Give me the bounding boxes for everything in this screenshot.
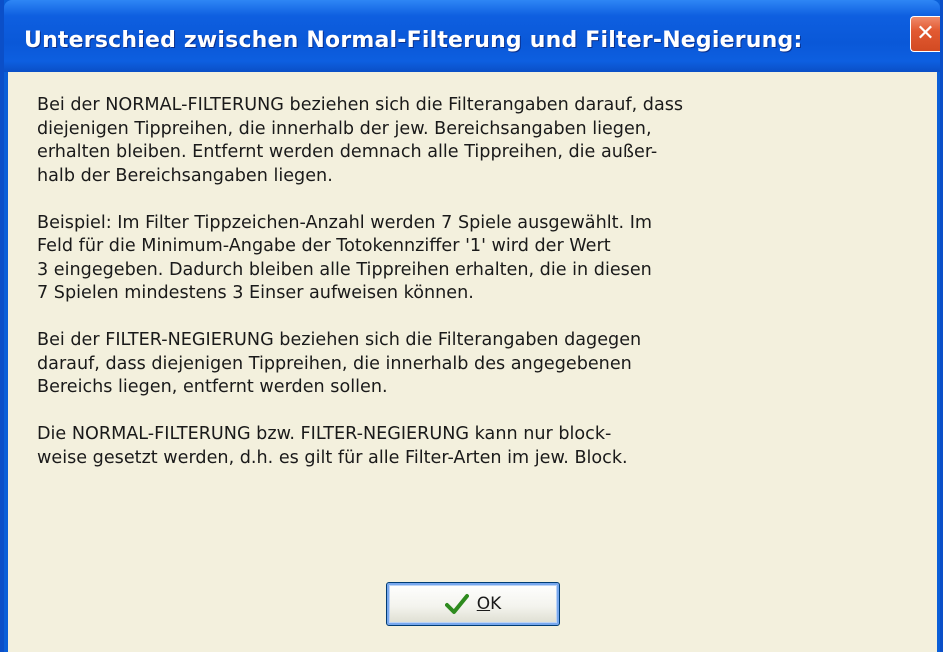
ok-button[interactable]: OK: [386, 582, 560, 626]
message-paragraph-beispiel: Beispiel: Im Filter Tippzeichen-Anzahl w…: [37, 212, 653, 304]
message-paragraph-blockweise: Die NORMAL-FILTERUNG bzw. FILTER-NEGIERU…: [37, 424, 628, 468]
close-button[interactable]: ✕: [910, 16, 940, 52]
dialog-title: Unterschied zwischen Normal-Filterung un…: [24, 28, 803, 53]
message-text: Bei der NORMAL-FILTERUNG beziehen sich d…: [37, 94, 917, 494]
dialog-body: Bei der NORMAL-FILTERUNG beziehen sich d…: [8, 72, 937, 652]
ok-button-label: OK: [476, 594, 502, 614]
close-icon: ✕: [916, 21, 935, 46]
message-paragraph-filter-negierung: Bei der FILTER-NEGIERUNG beziehen sich d…: [37, 330, 642, 397]
checkmark-icon: [444, 594, 469, 614]
title-bar[interactable]: Unterschied zwischen Normal-Filterung un…: [4, 0, 940, 72]
message-paragraph-normal-filterung: Bei der NORMAL-FILTERUNG beziehen sich d…: [37, 95, 684, 186]
dialog-window: Unterschied zwischen Normal-Filterung un…: [0, 0, 943, 652]
